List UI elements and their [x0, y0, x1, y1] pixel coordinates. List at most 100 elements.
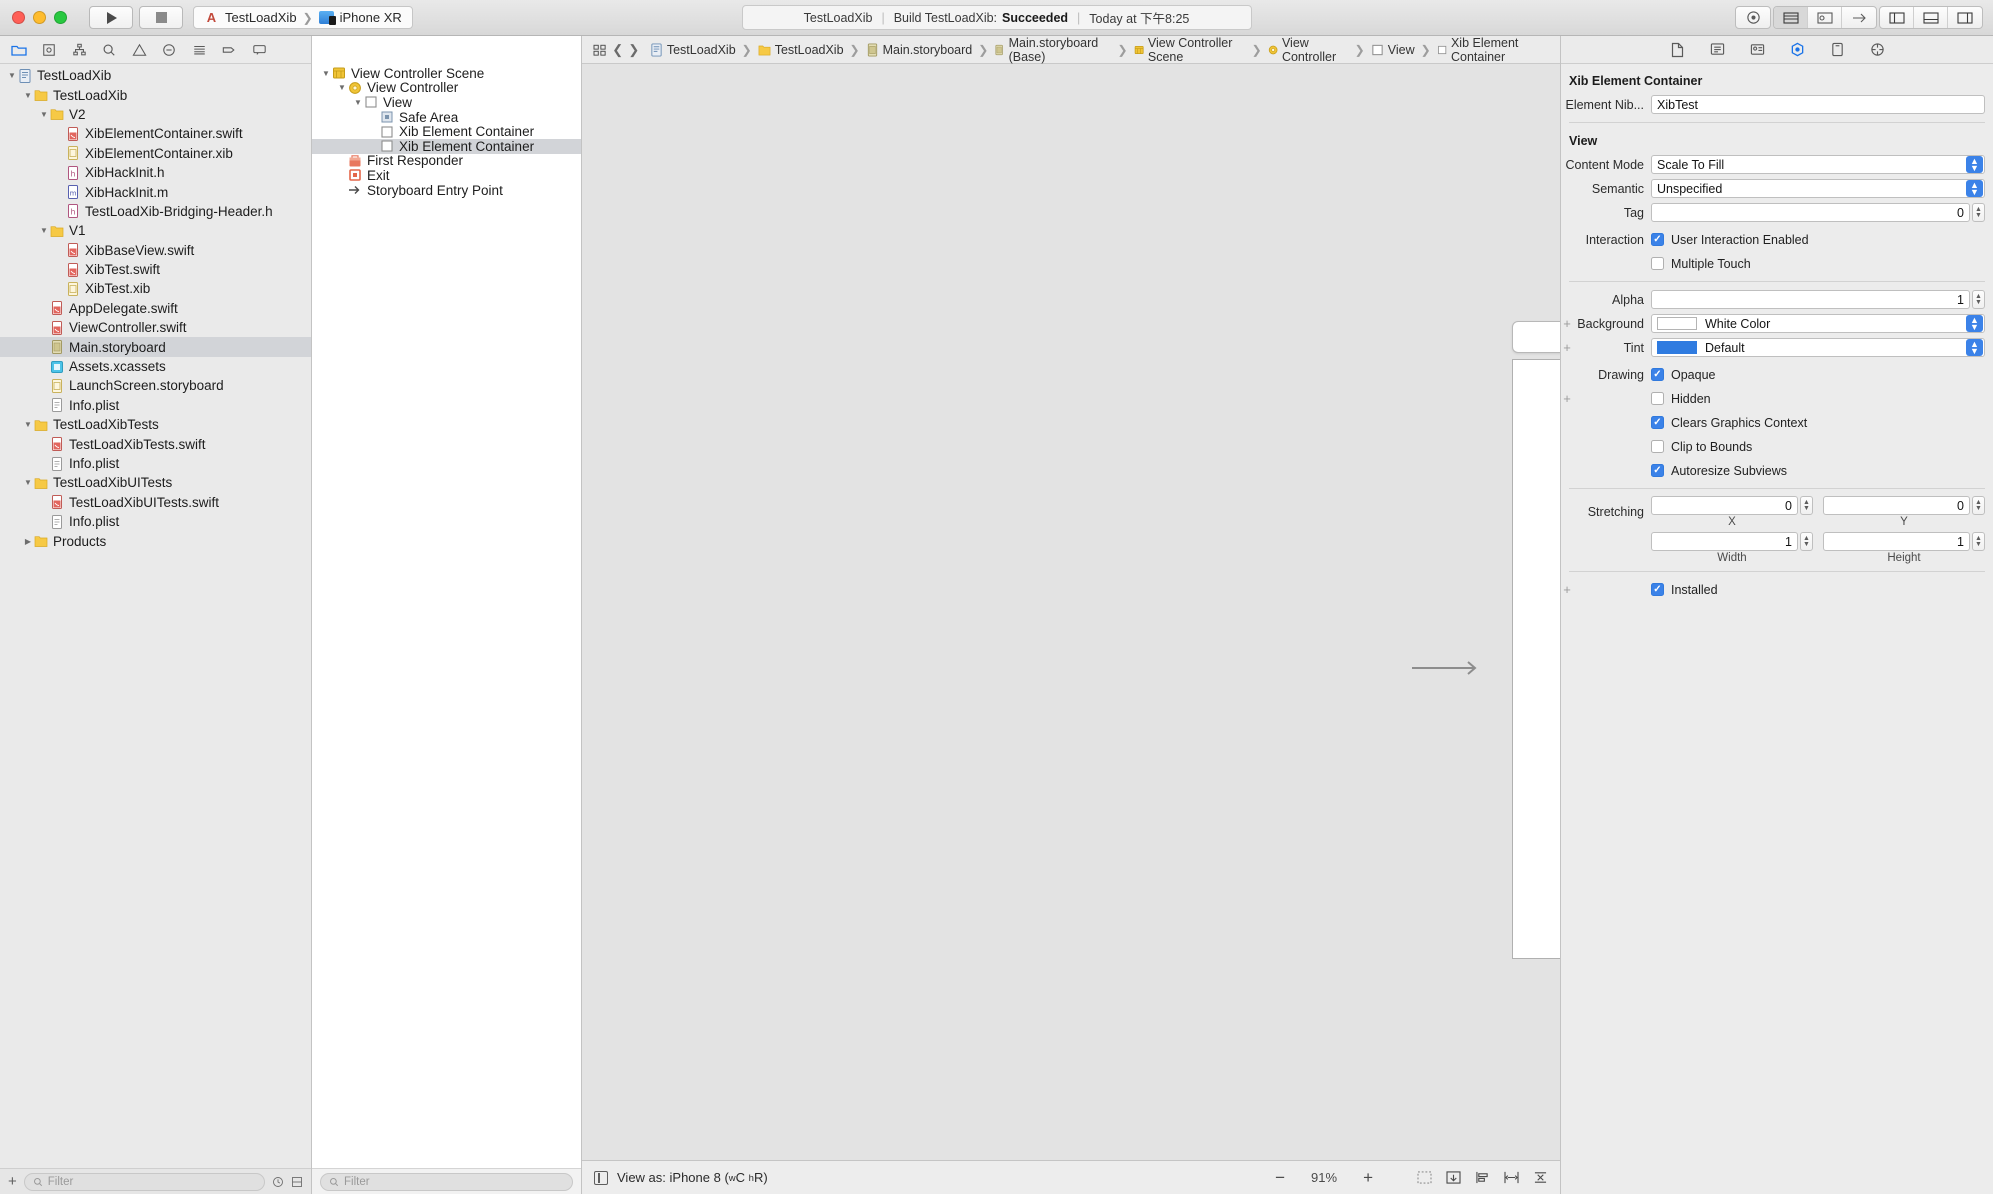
outline-filter-field[interactable]: Filter [320, 1172, 573, 1191]
file-inspector-tab[interactable] [1667, 40, 1687, 60]
align-icon[interactable] [1475, 1171, 1490, 1184]
tree-row[interactable]: TestLoadXibTests.swift [0, 434, 311, 453]
close-window-button[interactable] [12, 11, 25, 24]
tree-row[interactable]: h TestLoadXib-Bridging-Header.h [0, 202, 311, 221]
clip-to-bounds-group[interactable]: Clip to Bounds [1651, 437, 1752, 456]
breadcrumb-item[interactable]: Main.storyboard [864, 43, 975, 57]
tree-row[interactable]: ▼ View Controller [312, 80, 581, 95]
user-interaction-enabled-row[interactable]: User Interaction Enabled [1651, 230, 1809, 249]
navigator-filter-field[interactable]: Filter [23, 1172, 265, 1191]
tree-row[interactable]: XibTest.swift [0, 260, 311, 279]
breadcrumb-item[interactable]: TestLoadXib [648, 43, 738, 57]
project-navigator-tree[interactable]: ▼ TestLoadXib ▼ TestLoadXib ▼ V2 XibElementCon… [0, 64, 311, 1168]
add-hidden-variation-button[interactable]: + [1561, 391, 1573, 406]
stop-button[interactable] [139, 6, 183, 29]
tree-row[interactable]: First Responder [312, 153, 581, 168]
size-inspector-tab[interactable] [1827, 40, 1847, 60]
tree-row[interactable]: XibElementContainer.swift [0, 124, 311, 143]
embed-in-icon[interactable] [1446, 1171, 1461, 1184]
tree-row[interactable]: Assets.xcassets [0, 357, 311, 376]
panel-toggle-group[interactable] [1879, 6, 1983, 29]
tag-stepper[interactable]: ▲ ▼ [1972, 203, 1985, 222]
add-tint-variation-button[interactable]: + [1561, 340, 1573, 355]
tree-row[interactable]: h XibHackInit.h [0, 163, 311, 182]
tree-row[interactable]: ▼ View [312, 95, 581, 110]
disclosure-triangle-down[interactable]: ▼ [6, 71, 18, 80]
identity-inspector-tab[interactable] [1747, 40, 1767, 60]
quick-help-tab[interactable] [1707, 40, 1727, 60]
toggle-debug-area-button[interactable] [1914, 7, 1948, 28]
disclosure-triangle-down[interactable]: ▼ [22, 420, 34, 429]
stretch-y-field[interactable]: 0 [1823, 496, 1970, 515]
stretch-x-field[interactable]: 0 [1651, 496, 1798, 515]
toggle-inspector-button[interactable] [1948, 7, 1982, 28]
resolve-issues-icon[interactable] [1533, 1171, 1548, 1184]
pin-icon[interactable] [1504, 1171, 1519, 1184]
issue-navigator-tab[interactable] [124, 37, 154, 63]
stretch-height-field[interactable]: 1 [1823, 532, 1970, 551]
tree-row[interactable]: Main.storyboard [0, 337, 311, 357]
add-installed-variation-button[interactable]: + [1561, 582, 1573, 597]
hidden-group[interactable]: Hidden [1651, 389, 1711, 408]
connections-inspector-tab[interactable] [1867, 40, 1887, 60]
disclosure-triangle-down[interactable]: ▼ [38, 226, 50, 235]
breakpoint-navigator-tab[interactable] [214, 37, 244, 63]
activity-status-bar[interactable]: TestLoadXib | Build TestLoadXib: Succeed… [741, 5, 1252, 30]
assistant-editor-button[interactable] [1808, 7, 1842, 28]
scheme-selector[interactable]: A TestLoadXib ❯ iPhone XR [193, 6, 413, 29]
tree-row[interactable]: Info.plist [0, 396, 311, 415]
go-back-button[interactable]: ❮ [610, 40, 626, 60]
tree-row[interactable]: Info.plist [0, 454, 311, 473]
source-control-navigator-tab[interactable] [34, 37, 64, 63]
toggle-navigator-button[interactable] [1880, 7, 1914, 28]
add-file-button[interactable]: + [8, 1174, 17, 1189]
interface-builder-canvas[interactable]: 9:41 AM Button Button [582, 64, 1560, 1160]
tree-row[interactable]: ▼ V2 [0, 105, 311, 124]
tree-row[interactable]: ViewController.swift [0, 318, 311, 337]
project-navigator-tab[interactable] [4, 37, 34, 63]
multiple-touch-checkbox[interactable] [1651, 257, 1664, 270]
breadcrumb-item[interactable]: View Controller Scene [1132, 36, 1248, 64]
stretch-height-stepper[interactable]: ▲ ▼ [1972, 532, 1985, 551]
element-nib-field[interactable]: XibTest [1651, 95, 1985, 114]
alpha-field[interactable]: 1 [1651, 290, 1970, 309]
tint-color-select[interactable]: Default ▲ ▼ [1651, 338, 1985, 357]
opaque-checkbox[interactable] [1651, 368, 1664, 381]
autoresize-checkbox[interactable] [1651, 464, 1664, 477]
breadcrumb-item[interactable]: Main.storyboard (Base) [992, 36, 1113, 64]
tree-row[interactable]: XibBaseView.swift [0, 241, 311, 260]
zoom-window-button[interactable] [54, 11, 67, 24]
installed-group[interactable]: Installed [1651, 580, 1718, 599]
zoom-in-button[interactable]: + [1363, 1168, 1373, 1188]
breadcrumb-item[interactable]: TestLoadXib [756, 43, 846, 57]
update-frames-icon[interactable] [1417, 1171, 1432, 1184]
standard-editor-button[interactable] [1774, 7, 1808, 28]
tag-field[interactable]: 0 [1651, 203, 1970, 222]
tree-row[interactable]: ▼ TestLoadXibTests [0, 415, 311, 434]
stretch-y-stepper[interactable]: ▲ ▼ [1972, 496, 1985, 515]
autoresize-group[interactable]: Autoresize Subviews [1651, 461, 1787, 480]
disclosure-triangle-down[interactable]: ▼ [336, 83, 348, 92]
clock-icon[interactable] [272, 1176, 284, 1188]
minimize-window-button[interactable] [33, 11, 46, 24]
tree-row[interactable]: Xib Element Container [312, 139, 581, 154]
background-color-select[interactable]: White Color ▲ ▼ [1651, 314, 1985, 333]
scene-dock[interactable] [1512, 321, 1560, 353]
user-interaction-enabled-checkbox[interactable] [1651, 233, 1664, 246]
debug-navigator-tab[interactable] [184, 37, 214, 63]
tree-row[interactable]: Safe Area [312, 110, 581, 125]
tree-row[interactable]: Storyboard Entry Point [312, 183, 581, 198]
tree-row[interactable]: Xib Element Container [312, 124, 581, 139]
version-editor-button[interactable] [1842, 7, 1876, 28]
related-items-button[interactable] [590, 40, 610, 60]
device-preview[interactable]: 9:41 AM Button Button [1512, 359, 1560, 959]
tree-row[interactable]: m XibHackInit.m [0, 182, 311, 201]
disclosure-triangle-down[interactable]: ▼ [38, 110, 50, 119]
clears-graphics-group[interactable]: Clears Graphics Context [1651, 413, 1807, 432]
tree-row[interactable]: XibElementContainer.xib [0, 144, 311, 163]
opaque-group[interactable]: Opaque [1651, 365, 1715, 384]
editor-mode-group[interactable] [1773, 6, 1877, 29]
disclosure-triangle-down[interactable]: ▼ [22, 478, 34, 487]
source-control-filter-icon[interactable] [291, 1176, 303, 1188]
tree-row[interactable]: ▼ TestLoadXibUITests [0, 473, 311, 492]
